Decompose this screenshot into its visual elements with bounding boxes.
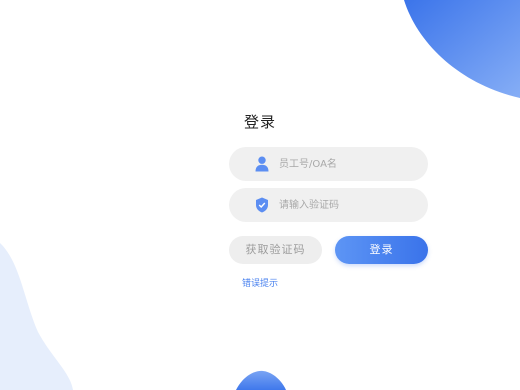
get-code-button[interactable]: 获取验证码	[229, 236, 322, 264]
top-right-blob	[404, 0, 520, 98]
user-icon	[255, 156, 269, 172]
username-field[interactable]	[229, 147, 428, 181]
left-blob	[0, 243, 73, 390]
error-hint: 错误提示	[241, 279, 278, 289]
page-title: 登录	[243, 113, 276, 131]
shield-icon	[256, 197, 268, 213]
username-input[interactable]	[279, 147, 419, 181]
bottom-blob	[236, 370, 286, 390]
verification-code-input[interactable]	[279, 188, 419, 222]
code-field[interactable]	[229, 188, 428, 222]
login-button[interactable]: 登录	[335, 236, 428, 264]
